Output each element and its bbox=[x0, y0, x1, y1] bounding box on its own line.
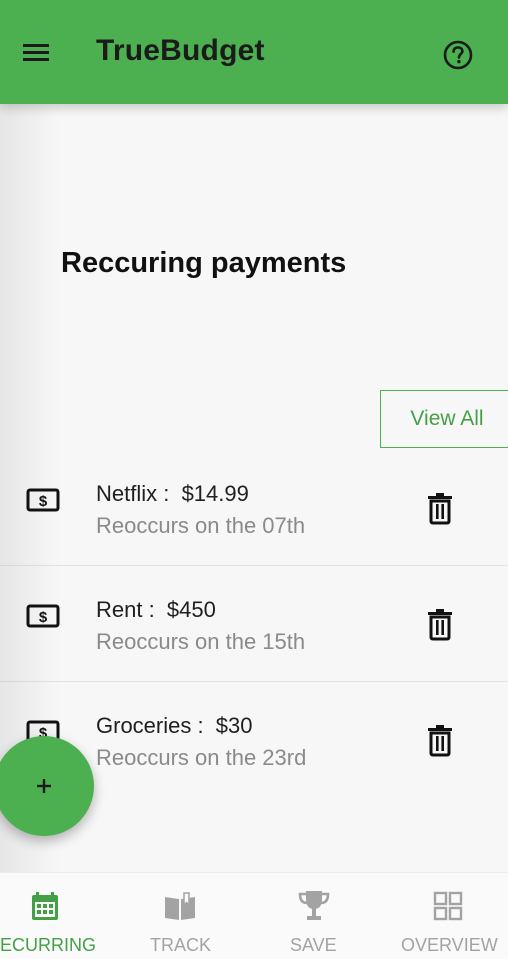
trash-icon[interactable] bbox=[424, 722, 456, 758]
nav-save-label: SAVE bbox=[290, 935, 337, 955]
help-circle-icon[interactable] bbox=[440, 37, 476, 73]
nav-track[interactable]: TRACK bbox=[140, 873, 220, 959]
calendar-icon bbox=[28, 889, 62, 923]
payment-name-amount: Groceries : $30 bbox=[96, 713, 253, 738]
money-bill-icon: $ bbox=[25, 602, 61, 630]
payment-name-amount: Rent : $450 bbox=[96, 597, 216, 622]
nav-recurring-label: ECURRING bbox=[0, 935, 97, 955]
add-payment-button[interactable] bbox=[0, 736, 94, 836]
bottom-navigation: ECURRING TRACK SAVE OVERVIEW bbox=[0, 872, 508, 959]
page-title: Reccuring payments bbox=[61, 247, 347, 279]
nav-save[interactable]: SAVE bbox=[280, 873, 350, 959]
grid-icon bbox=[431, 889, 465, 923]
money-bill-icon: $ bbox=[25, 486, 61, 514]
payment-recurrence: Reoccurs on the 23rd bbox=[96, 745, 307, 770]
svg-text:$: $ bbox=[39, 493, 48, 510]
list-item[interactable]: $ Netflix : $14.99 Reoccurs on the 07th bbox=[0, 450, 508, 566]
payment-recurrence: Reoccurs on the 15th bbox=[96, 629, 306, 654]
payment-name-amount: Netflix : $14.99 bbox=[96, 481, 249, 506]
nav-track-label: TRACK bbox=[150, 935, 212, 955]
svg-text:$: $ bbox=[39, 609, 48, 626]
trash-icon[interactable] bbox=[424, 490, 456, 526]
list-item[interactable]: $ Rent : $450 Reoccurs on the 15th bbox=[0, 566, 508, 682]
app-bar: TrueBudget bbox=[0, 0, 508, 104]
hamburger-menu-icon[interactable] bbox=[20, 38, 54, 70]
nav-overview[interactable]: OVERVIEW bbox=[396, 873, 502, 959]
book-icon bbox=[163, 889, 197, 923]
payment-recurrence: Reoccurs on the 07th bbox=[96, 513, 306, 538]
trophy-icon bbox=[297, 889, 331, 923]
plus-icon bbox=[28, 770, 60, 802]
nav-recurring[interactable]: ECURRING bbox=[0, 873, 110, 959]
nav-overview-label: OVERVIEW bbox=[401, 935, 498, 955]
trash-icon[interactable] bbox=[424, 606, 456, 642]
view-all-button[interactable]: View All bbox=[380, 390, 508, 448]
payments-list: $ Netflix : $14.99 Reoccurs on the 07th … bbox=[0, 450, 508, 797]
app-title: TrueBudget bbox=[96, 34, 265, 67]
